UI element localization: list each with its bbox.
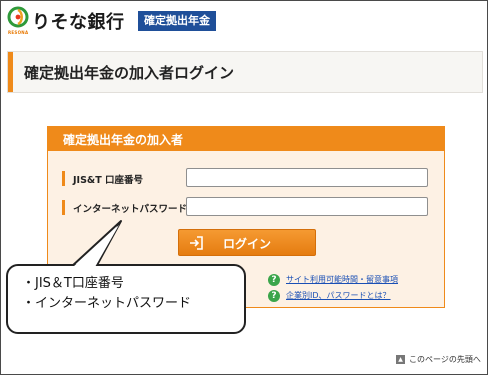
site-header: RESONA りそな銀行 確定拠出年金 xyxy=(7,5,307,37)
resona-logo-icon xyxy=(7,6,29,28)
question-circle-icon: ? xyxy=(268,290,280,302)
help-link-availability-text[interactable]: サイト利用可能時間・留意事項 xyxy=(286,274,398,285)
field-marker xyxy=(62,171,65,186)
page-top-icon: ▲ xyxy=(396,355,405,364)
login-panel-title: 確定拠出年金の加入者 xyxy=(63,133,184,147)
page-top-text[interactable]: このページの先頭へ xyxy=(409,354,481,365)
page-title: 確定拠出年金の加入者ログイン xyxy=(24,64,235,82)
password-input[interactable] xyxy=(186,197,428,216)
field-marker xyxy=(62,200,65,215)
annotation-callout: ・JIS＆T口座番号 ・インターネットパスワード xyxy=(6,264,246,334)
logo-subtext: RESONA xyxy=(8,30,29,35)
help-link-corporate-id-text[interactable]: 企業別ID、パスワードとは？ xyxy=(286,290,391,301)
callout-line-password: ・インターネットパスワード xyxy=(22,296,192,311)
login-button-label: ログイン xyxy=(223,237,272,251)
header-badge: 確定拠出年金 xyxy=(138,11,216,31)
bank-name: りそな銀行 xyxy=(32,12,125,33)
password-label: インターネットパスワード xyxy=(73,204,188,215)
page-title-bar: 確定拠出年金の加入者ログイン xyxy=(7,51,483,93)
callout-line-account: ・JIS＆T口座番号 xyxy=(22,276,124,291)
account-number-input[interactable] xyxy=(186,168,428,187)
screenshot-frame: RESONA りそな銀行 確定拠出年金 確定拠出年金の加入者ログイン 確定拠出年… xyxy=(0,0,488,375)
title-accent-bar xyxy=(8,52,13,92)
login-button[interactable]: ログイン xyxy=(178,229,316,256)
question-circle-icon: ? xyxy=(268,274,280,286)
login-panel-header: 確定拠出年金の加入者 xyxy=(48,127,444,151)
account-number-label: JIS&T 口座番号 xyxy=(73,175,143,186)
login-arrow-icon xyxy=(190,236,203,250)
